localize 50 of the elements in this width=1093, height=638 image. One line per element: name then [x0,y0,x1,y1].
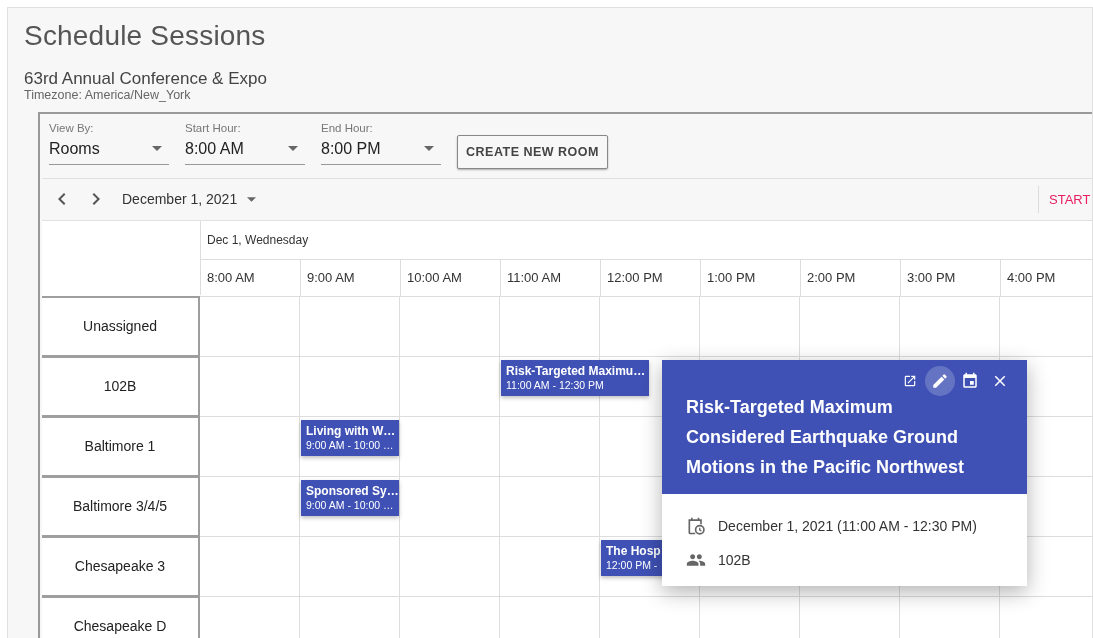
time-header: 2:00 PM [801,259,901,296]
open-in-new-icon [903,374,917,388]
popup-title: Risk-Targeted Maximum Considered Earthquake Ground Motions in the Pacific Northwest [686,396,966,479]
session-title: Living with W… [306,423,394,438]
room-name: Chesapeake D [42,595,200,638]
event-name: 63rd Annual Conference & Expo [24,69,267,89]
popup-detail: 102B [718,552,751,568]
day-header: Dec 1, Wednesday [206,231,309,249]
dropdown-field[interactable]: 8:00 PM [321,133,441,165]
edit-icon [931,372,949,390]
start-button[interactable]: START [1038,185,1092,213]
create-room-button[interactable]: CREATE NEW ROOM [457,134,608,169]
session-time: 9:00 AM - 10:00 … [306,498,394,511]
room-name: Baltimore 1 [42,415,200,476]
caret-icon [424,146,434,152]
room-name: Unassigned [42,295,200,356]
time-header: 10:00 AM [401,259,501,296]
session-time: 9:00 AM - 10:00 … [306,438,394,451]
calendar-clock-icon [686,516,706,536]
caret-icon [288,146,298,152]
room-name: Chesapeake 3 [42,535,200,596]
time-header: 12:00 PM [601,259,701,296]
session-time: 11:00 AM - 12:30 PM [506,378,605,391]
time-header: 1:00 PM [701,259,801,296]
page-title: Schedule Sessions [24,20,267,52]
select-label: Start Hour: [185,121,241,134]
room-name: Baltimore 3/4/5 [42,475,200,536]
dropdown-field[interactable]: Rooms [49,133,169,165]
session-title: Risk-Targeted Maximu… [506,363,644,378]
time-header: 4:00 PM [1001,259,1093,296]
edit-button[interactable] [925,366,955,396]
select-label: End Hour: [321,121,373,134]
session-block[interactable]: Risk-Targeted Maximu… 11:00 AM - 12:30 PM [501,359,649,396]
popup-detail: December 1, 2021 (11:00 AM - 12:30 PM) [718,518,977,534]
session-block[interactable]: Sponsored Sy… 9:00 AM - 10:00 … [301,479,399,516]
dropdown-field[interactable]: 8:00 AM [185,133,305,165]
caret-icon [152,146,162,152]
time-header: 8:00 AM [201,259,301,296]
caret-icon[interactable] [247,196,257,202]
time-header: 9:00 AM [301,259,401,296]
session-title: The Hosp [606,543,662,558]
session-block[interactable]: Living with W… 9:00 AM - 10:00 … [301,419,399,456]
room-name: 102B [42,355,200,416]
select-label: View By: [49,121,94,134]
calendar-icon [961,372,979,390]
date-picker-button[interactable]: December 1, 2021 [122,191,238,208]
time-header: 11:00 AM [501,259,601,296]
timezone-label: Timezone: America/New_York [24,89,191,103]
time-header: 3:00 PM [901,259,1001,296]
session-time: 12:00 PM - [606,558,659,571]
